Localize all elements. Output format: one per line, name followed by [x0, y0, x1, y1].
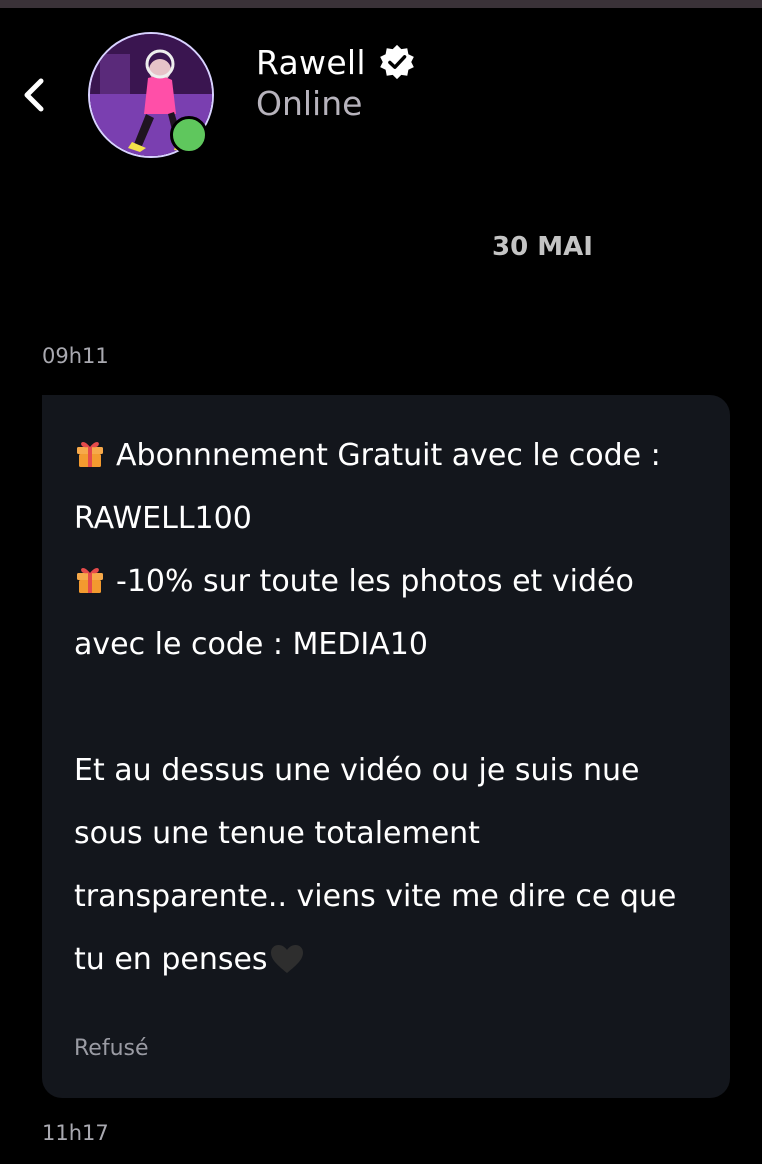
message-text: tu en penses: [74, 942, 268, 977]
avatar[interactable]: [88, 32, 214, 158]
message-line: Abonnnement Gratuit avec le code :: [74, 424, 698, 487]
back-button[interactable]: [14, 70, 54, 120]
message-line: sous une tenue totalement: [74, 802, 698, 865]
top-divider: [0, 0, 762, 8]
message-time: 11h17: [42, 1121, 109, 1145]
verified-badge-icon: [380, 44, 414, 80]
message-text: sous une tenue totalement: [74, 816, 480, 851]
message-line: tu en penses: [74, 928, 698, 991]
gift-icon: [77, 567, 103, 593]
message-line: RAWELL100: [74, 487, 698, 550]
message-text: -10% sur toute les photos et vidéo: [116, 564, 634, 599]
message-text: transparente.. viens vite me dire ce que: [74, 879, 677, 914]
message-bubble[interactable]: Abonnnement Gratuit avec le code : RAWEL…: [42, 395, 730, 1098]
contact-name-row[interactable]: Rawell: [256, 40, 416, 84]
message-line: Et au dessus une vidéo ou je suis nue: [74, 739, 698, 802]
online-indicator: [170, 116, 208, 154]
message-time: 09h11: [42, 344, 109, 368]
message-text: Abonnnement Gratuit avec le code :: [116, 438, 661, 473]
presence-status: Online: [256, 84, 363, 123]
message-line: transparente.. viens vite me dire ce que: [74, 865, 698, 928]
gift-icon: [77, 441, 103, 467]
message-text: RAWELL100: [74, 501, 252, 536]
message-line: -10% sur toute les photos et vidéo: [74, 550, 698, 613]
black-heart-icon: [270, 945, 303, 973]
message-line: avec le code : MEDIA10: [74, 613, 698, 676]
delivery-status: Refusé: [74, 1036, 149, 1061]
message-text: avec le code : MEDIA10: [74, 627, 428, 662]
date-separator-label: 30 MAI: [492, 232, 593, 262]
message-text: Et au dessus une vidéo ou je suis nue: [74, 753, 640, 788]
chevron-left-icon: [24, 78, 44, 112]
contact-name: Rawell: [256, 42, 366, 82]
